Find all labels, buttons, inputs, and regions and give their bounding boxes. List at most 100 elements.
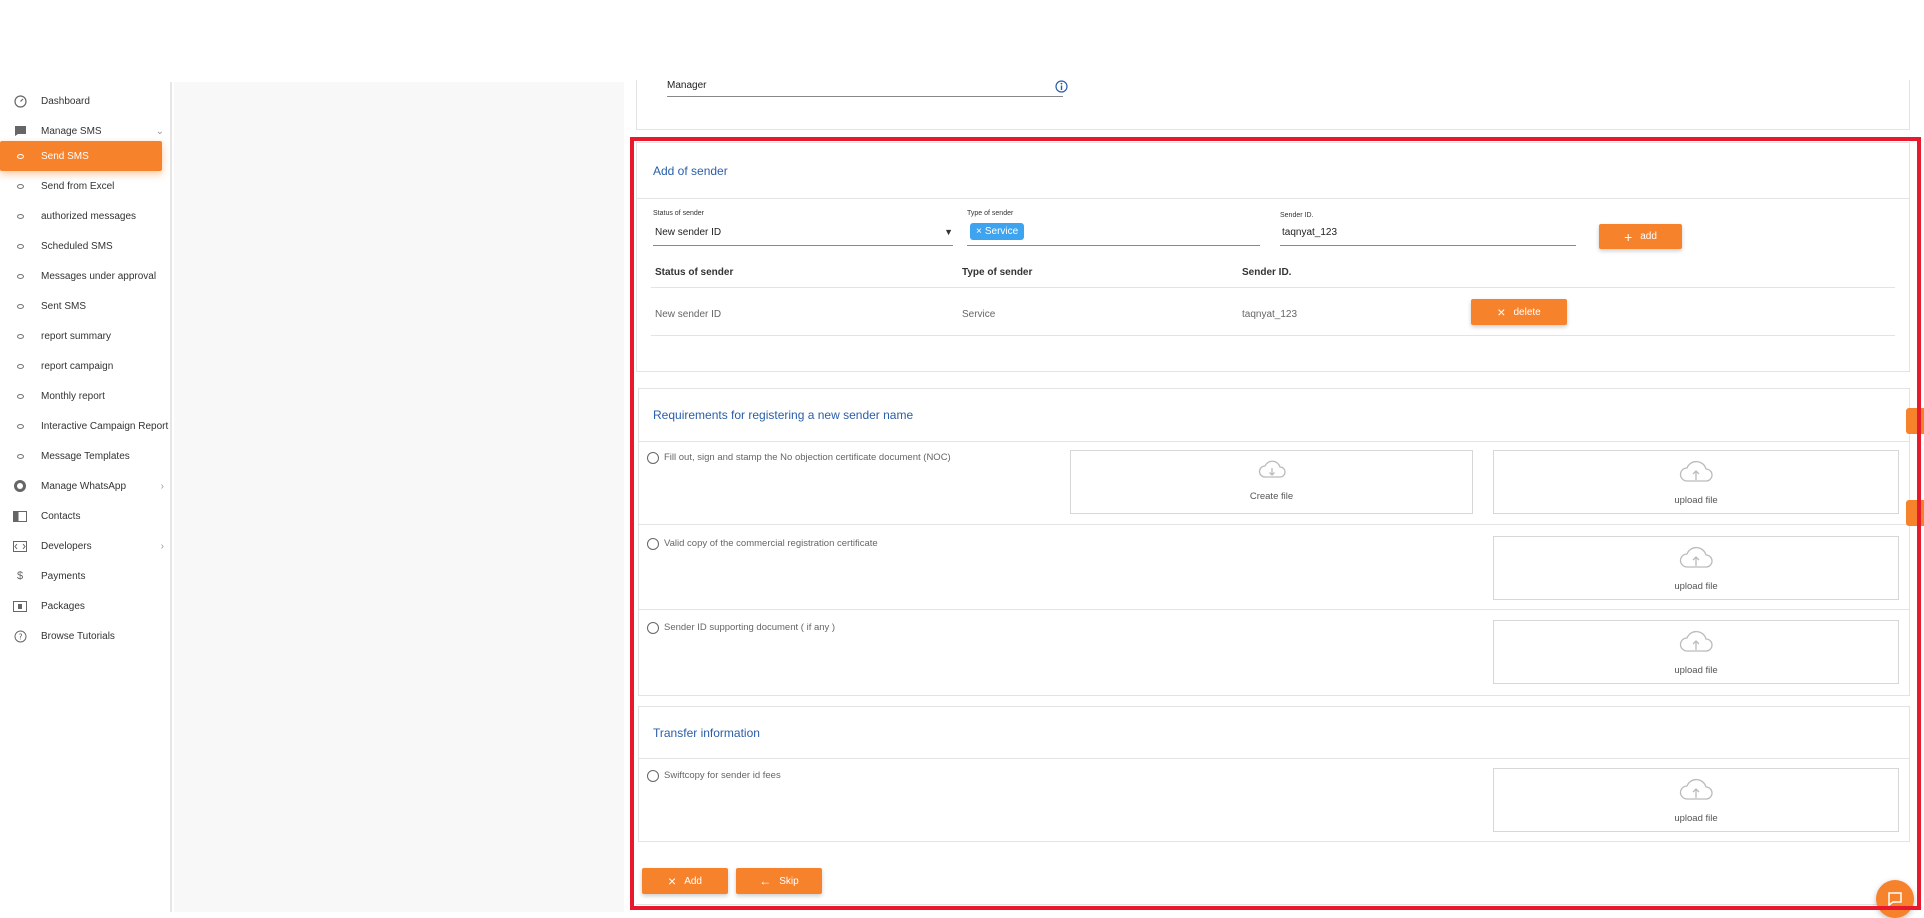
upload-label: upload file — [1674, 813, 1718, 824]
sidebar-item-message-templates[interactable]: Message Templates — [0, 441, 172, 471]
requirement-radio-supporting[interactable] — [647, 622, 659, 634]
table-header-status: Status of sender — [655, 267, 734, 278]
circle-icon — [12, 328, 28, 344]
sidebar-item-label: authorized messages — [41, 210, 137, 222]
bottom-divider — [636, 904, 1910, 905]
top-bar — [0, 0, 1924, 82]
create-file-box[interactable]: Create file — [1070, 450, 1473, 514]
info-icon[interactable] — [1055, 80, 1068, 98]
type-label: Type of sender — [967, 210, 1014, 217]
circle-icon — [12, 208, 28, 224]
sidebar-item-label: Developers — [41, 540, 92, 552]
packages-icon — [12, 598, 28, 614]
circle-icon — [12, 358, 28, 374]
add-label: Add — [684, 875, 702, 887]
content-background — [174, 82, 624, 912]
sidebar-item-label: Dashboard — [41, 95, 90, 107]
caret-down-icon: ▼ — [944, 227, 953, 237]
sidebar-item-report-summary[interactable]: report summary — [0, 321, 172, 351]
divider — [637, 198, 1909, 199]
whatsapp-icon — [12, 478, 28, 494]
sidebar-item-label: Send SMS — [41, 150, 89, 162]
sender-id-value: taqnyat_123 — [1282, 227, 1338, 238]
sidebar-item-authorized-messages[interactable]: authorized messages — [0, 201, 172, 231]
status-label: Status of sender — [653, 210, 704, 217]
status-select[interactable]: New sender ID ▼ — [653, 223, 953, 246]
type-select[interactable]: × Service — [967, 221, 1260, 246]
sidebar-item-report-campaign[interactable]: report campaign — [0, 351, 172, 381]
sidebar-item-browse-tutorials[interactable]: ? Browse Tutorials — [0, 621, 172, 651]
sidebar-item-label: Scheduled SMS — [41, 240, 113, 252]
developers-icon — [12, 538, 28, 554]
sidebar-item-developers[interactable]: Developers › — [0, 531, 172, 561]
delete-label: delete — [1513, 306, 1541, 318]
sidebar-item-label: Manage SMS — [41, 125, 102, 137]
type-chip[interactable]: × Service — [970, 223, 1025, 240]
upload-label: upload file — [1674, 581, 1718, 592]
side-tab-user[interactable] — [1906, 408, 1924, 434]
sidebar-item-manage-whatsapp[interactable]: Manage WhatsApp › — [0, 471, 172, 501]
sidebar-item-label: Packages — [41, 600, 85, 612]
sender-id-input[interactable]: taqnyat_123 — [1280, 223, 1576, 246]
add-button[interactable]: × Add — [642, 868, 728, 894]
upload-box-commercial[interactable]: upload file — [1493, 536, 1899, 600]
sender-id-underline — [1280, 245, 1576, 246]
upload-label: upload file — [1674, 495, 1718, 506]
skip-label: Skip — [779, 875, 799, 887]
add-sender-button[interactable]: + add — [1599, 224, 1682, 249]
sidebar-item-packages[interactable]: Packages — [0, 591, 172, 621]
create-file-label: Create file — [1249, 491, 1294, 502]
requirements-card: Requirements for registering a new sende… — [638, 388, 1910, 696]
sidebar-item-monthly-report[interactable]: Monthly report — [0, 381, 172, 411]
circle-icon — [12, 268, 28, 284]
manager-card: Manager — [636, 80, 1910, 130]
sidebar-item-label: Monthly report — [41, 390, 105, 402]
message-icon — [12, 123, 28, 139]
upload-box-supporting[interactable]: upload file — [1493, 620, 1899, 684]
transfer-radio[interactable] — [647, 770, 659, 782]
circle-icon — [12, 298, 28, 314]
sidebar-item-label: Messages under approval — [41, 270, 157, 282]
sidebar-item-payments[interactable]: $ Payments — [0, 561, 172, 591]
dollar-icon: $ — [16, 570, 24, 582]
delete-button[interactable]: × delete — [1471, 299, 1567, 325]
sidebar-item-label: Message Templates — [41, 450, 130, 462]
manager-underline — [667, 96, 1063, 97]
table-header-type: Type of sender — [962, 267, 1033, 278]
divider — [639, 441, 1909, 442]
upload-box-noc[interactable]: upload file — [1493, 450, 1899, 514]
sidebar-item-label: Interactive Campaign Report — [41, 420, 169, 432]
upload-box-transfer[interactable]: upload file — [1493, 768, 1899, 832]
side-tab-dollar[interactable] — [1906, 500, 1924, 526]
requirement-radio-commercial[interactable] — [647, 538, 659, 550]
skip-button[interactable]: ← Skip — [736, 868, 822, 894]
sidebar-item-label: Send from Excel — [41, 180, 115, 192]
sidebar-item-dashboard[interactable]: Dashboard — [0, 86, 172, 116]
sidebar-item-sent-sms[interactable]: Sent SMS — [0, 291, 172, 321]
requirement-text-commercial: Valid copy of the commercial registratio… — [664, 538, 878, 549]
circle-icon — [12, 418, 28, 434]
circle-icon — [12, 148, 28, 164]
type-underline — [967, 245, 1260, 246]
sidebar-item-messages-under-approval[interactable]: Messages under approval — [0, 261, 172, 291]
chevron-down-icon: ⌄ — [155, 125, 164, 137]
close-icon: × — [668, 873, 677, 889]
arrow-left-icon: ← — [759, 874, 772, 888]
sidebar-item-scheduled-sms[interactable]: Scheduled SMS — [0, 231, 172, 261]
sidebar-item-send-from-excel[interactable]: Send from Excel — [0, 171, 172, 201]
circle-icon — [12, 448, 28, 464]
help-icon: ? — [12, 628, 28, 644]
sidebar-item-send-sms[interactable]: Send SMS — [0, 141, 162, 171]
add-sender-card: Add of sender Status of sender New sende… — [636, 142, 1910, 372]
chip-remove-icon[interactable]: × — [976, 226, 982, 237]
sidebar-item-interactive-campaign-report[interactable]: Interactive Campaign Report — [0, 411, 172, 441]
sidebar-item-contacts[interactable]: Contacts — [0, 501, 172, 531]
status-underline — [653, 245, 953, 246]
chat-button[interactable] — [1876, 880, 1914, 918]
table-header-divider — [651, 287, 1895, 288]
plus-icon: + — [1624, 228, 1633, 245]
chip-label: Service — [984, 226, 1019, 237]
requirement-radio-noc[interactable] — [647, 452, 659, 464]
requirement-text-noc: Fill out, sign and stamp the No objectio… — [664, 452, 951, 463]
sidebar-item-label: Browse Tutorials — [41, 630, 115, 642]
